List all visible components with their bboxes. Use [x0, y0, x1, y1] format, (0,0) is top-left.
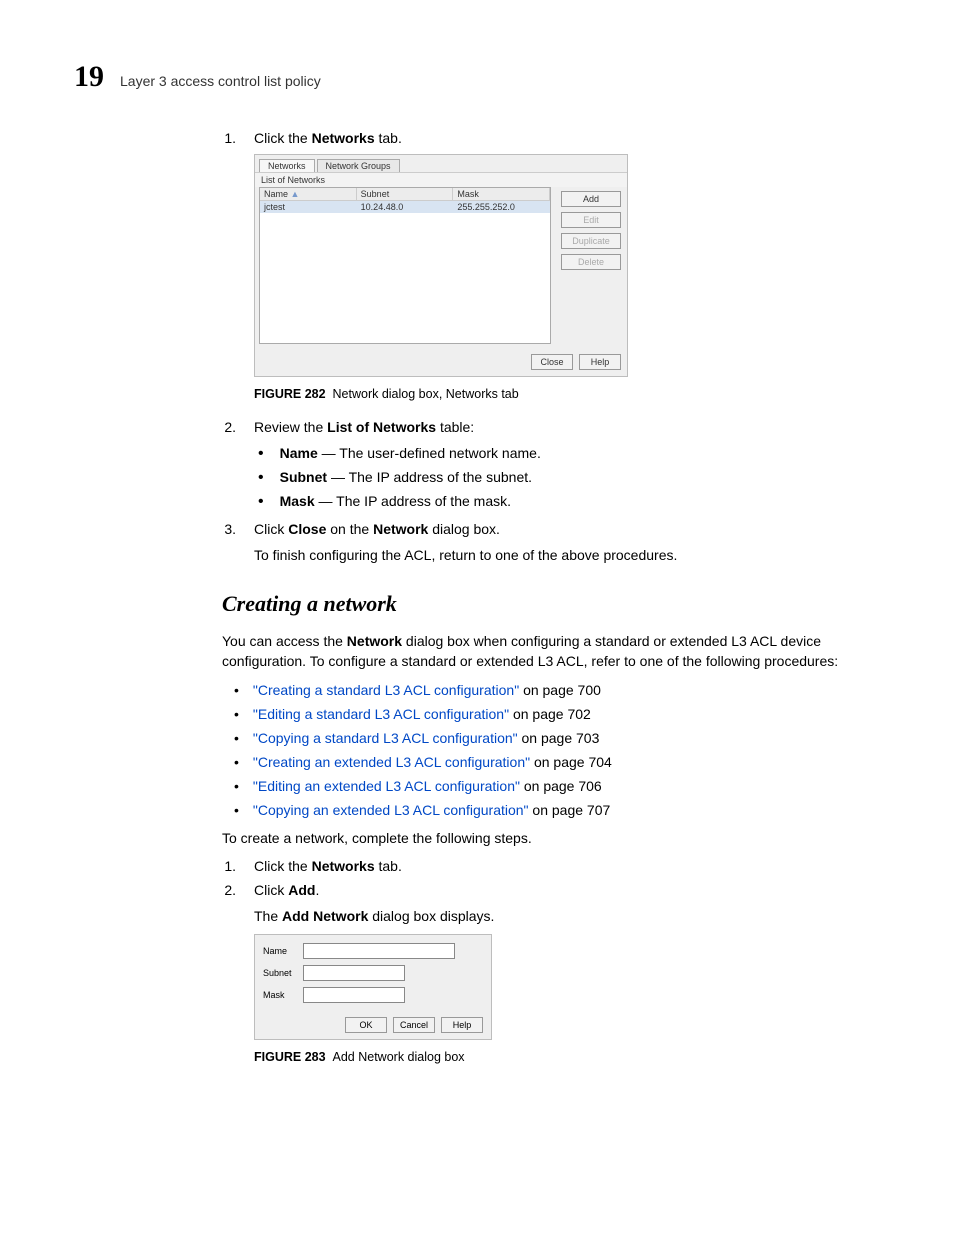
- bullet-icon: •: [258, 469, 264, 487]
- name-label: Name: [263, 946, 297, 956]
- list-item: Mask — The IP address of the mask.: [280, 493, 511, 511]
- bullet-icon: •: [234, 706, 239, 722]
- subnet-field[interactable]: [303, 965, 405, 981]
- networks-table: Name ▲ Subnet Mask jctest 10.24.48.0 255…: [259, 187, 551, 344]
- duplicate-button[interactable]: Duplicate: [561, 233, 621, 249]
- link-creating-standard-l3[interactable]: "Creating a standard L3 ACL configuratio…: [253, 682, 519, 698]
- ok-button[interactable]: OK: [345, 1017, 387, 1033]
- step-text: Click the Networks tab.: [254, 130, 402, 146]
- col-name[interactable]: Name ▲: [260, 188, 357, 200]
- name-field[interactable]: [303, 943, 455, 959]
- link-editing-standard-l3[interactable]: "Editing a standard L3 ACL configuration…: [253, 706, 509, 722]
- bullet-icon: •: [234, 682, 239, 698]
- list-item: "Editing a standard L3 ACL configuration…: [253, 706, 591, 722]
- list-item: "Editing an extended L3 ACL configuratio…: [253, 778, 602, 794]
- link-copying-standard-l3[interactable]: "Copying a standard L3 ACL configuration…: [253, 730, 518, 746]
- list-item: "Creating a standard L3 ACL configuratio…: [253, 682, 601, 698]
- list-item: "Copying a standard L3 ACL configuration…: [253, 730, 599, 746]
- link-copying-extended-l3[interactable]: "Copying an extended L3 ACL configuratio…: [253, 802, 529, 818]
- edit-button[interactable]: Edit: [561, 212, 621, 228]
- list-item: Subnet — The IP address of the subnet.: [280, 469, 532, 487]
- bullet-icon: •: [234, 802, 239, 818]
- figure-caption: FIGURE 283 Add Network dialog box: [254, 1050, 880, 1064]
- subnet-label: Subnet: [263, 968, 297, 978]
- step-number: 3.: [222, 521, 236, 537]
- bullet-icon: •: [258, 445, 264, 463]
- body-text: To finish configuring the ACL, return to…: [254, 547, 880, 563]
- figure-caption: FIGURE 282 Network dialog box, Networks …: [254, 387, 880, 401]
- list-item: "Copying an extended L3 ACL configuratio…: [253, 802, 610, 818]
- delete-button[interactable]: Delete: [561, 254, 621, 270]
- help-button[interactable]: Help: [441, 1017, 483, 1033]
- close-button[interactable]: Close: [531, 354, 573, 370]
- page-number: 19: [74, 60, 104, 94]
- figure-networks-dialog: Networks Network Groups List of Networks…: [254, 154, 628, 377]
- section-heading: Creating a network: [222, 591, 880, 617]
- cancel-button[interactable]: Cancel: [393, 1017, 435, 1033]
- step-number: 2.: [222, 882, 236, 898]
- list-item: Name — The user-defined network name.: [280, 445, 541, 463]
- mask-label: Mask: [263, 990, 297, 1000]
- step-text: Click the Networks tab.: [254, 858, 402, 874]
- bullet-icon: •: [258, 493, 264, 511]
- step-text: Review the List of Networks table:: [254, 419, 474, 435]
- list-of-networks-label: List of Networks: [255, 172, 627, 187]
- col-subnet[interactable]: Subnet: [357, 188, 454, 200]
- page-header-title: Layer 3 access control list policy: [120, 73, 321, 89]
- step-number: 1.: [222, 130, 236, 146]
- bullet-icon: •: [234, 730, 239, 746]
- table-row[interactable]: jctest 10.24.48.0 255.255.252.0: [260, 201, 550, 213]
- body-text: To create a network, complete the follow…: [222, 828, 880, 848]
- step-text: Click Close on the Network dialog box.: [254, 521, 500, 537]
- help-button[interactable]: Help: [579, 354, 621, 370]
- list-item: "Creating an extended L3 ACL configurati…: [253, 754, 612, 770]
- body-text: The Add Network dialog box displays.: [254, 908, 880, 924]
- tab-networks[interactable]: Networks: [259, 159, 315, 172]
- tab-network-groups[interactable]: Network Groups: [317, 159, 400, 172]
- step-number: 2.: [222, 419, 236, 435]
- bullet-icon: •: [234, 754, 239, 770]
- col-mask[interactable]: Mask: [453, 188, 550, 200]
- body-text: You can access the Network dialog box wh…: [222, 631, 880, 672]
- link-editing-extended-l3[interactable]: "Editing an extended L3 ACL configuratio…: [253, 778, 520, 794]
- bullet-icon: •: [234, 778, 239, 794]
- figure-add-network-dialog: Name Subnet Mask OK Cancel Help: [254, 934, 492, 1040]
- step-number: 1.: [222, 858, 236, 874]
- add-button[interactable]: Add: [561, 191, 621, 207]
- mask-field[interactable]: [303, 987, 405, 1003]
- link-creating-extended-l3[interactable]: "Creating an extended L3 ACL configurati…: [253, 754, 530, 770]
- step-text: Click Add.: [254, 882, 319, 898]
